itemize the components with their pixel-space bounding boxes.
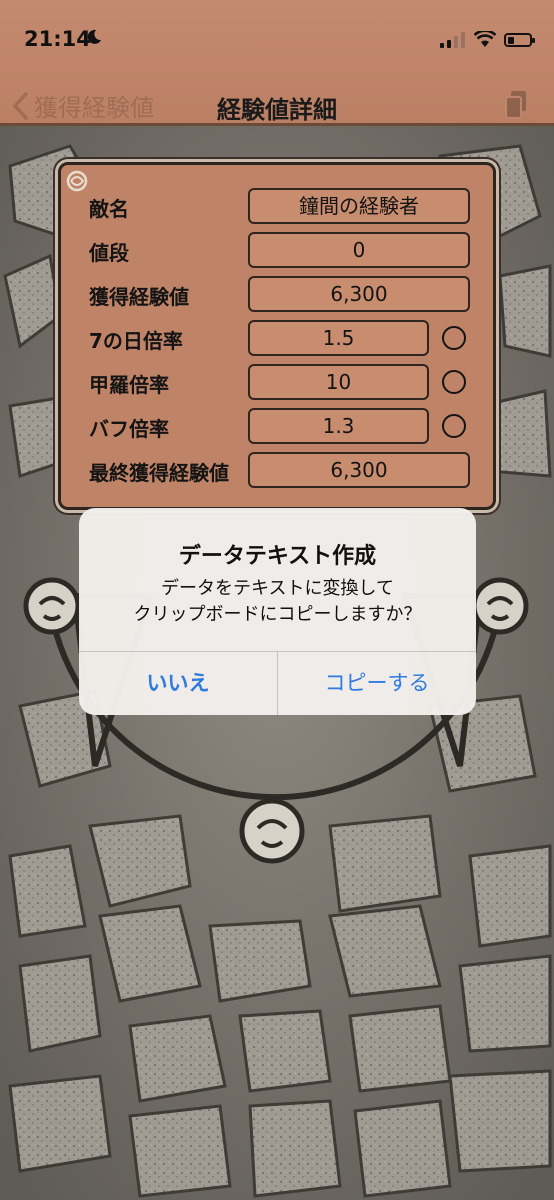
row-day7-multiplier: 7の日倍率 1.5 (61, 319, 493, 359)
buff-multiplier-radio[interactable] (442, 414, 466, 438)
price-field[interactable]: 0 (248, 232, 470, 268)
base-exp-field[interactable]: 6,300 (248, 276, 470, 312)
day7-multiplier-label: 7の日倍率 (89, 329, 183, 353)
row-final-exp: 最終獲得経験値 6,300 (61, 451, 493, 491)
copy-alert-dialog: データテキスト作成 データをテキストに変換して クリップボードにコピーしますか？… (79, 508, 476, 715)
row-enemy-name: 敵名 鐘間の経験者 (61, 187, 493, 227)
row-base-exp: 獲得経験値 6,300 (61, 275, 493, 315)
enemy-name-field[interactable]: 鐘間の経験者 (248, 188, 470, 224)
dialog-message: データをテキストに変換して クリップボードにコピーしますか？ (79, 576, 476, 628)
base-exp-label: 獲得経験値 (89, 285, 189, 309)
dialog-title: データテキスト作成 (178, 544, 377, 569)
enemy-name-label: 敵名 (89, 197, 129, 221)
copy-confirm-button[interactable]: コピーする (278, 652, 476, 715)
shell-multiplier-field[interactable]: 10 (248, 364, 429, 400)
status-time: 21:14 (24, 27, 91, 51)
copy-document-icon[interactable] (504, 90, 528, 120)
row-shell-multiplier: 甲羅倍率 10 (61, 363, 493, 403)
experience-detail-panel: 敵名 鐘間の経験者 値段 0 獲得経験値 6,300 7の日倍率 1.5 甲羅倍… (58, 162, 496, 510)
day7-multiplier-field[interactable]: 1.5 (248, 320, 429, 356)
row-buff-multiplier: バフ倍率 1.3 (61, 407, 493, 447)
page-title: 経験値詳細 (217, 96, 337, 124)
final-exp-label: 最終獲得経験値 (89, 461, 229, 485)
dialog-message-line1: データをテキストに変換して (161, 578, 394, 599)
battery-icon (504, 33, 535, 47)
signal-icon (440, 32, 465, 48)
day7-multiplier-radio[interactable] (442, 326, 466, 350)
cancel-button[interactable]: いいえ (79, 652, 277, 715)
moon-icon (87, 29, 101, 44)
wifi-icon (474, 31, 496, 47)
buff-multiplier-field[interactable]: 1.3 (248, 408, 429, 444)
final-exp-field[interactable]: 6,300 (248, 452, 470, 488)
buff-multiplier-label: バフ倍率 (89, 417, 169, 441)
price-label: 値段 (89, 241, 129, 265)
row-price: 値段 0 (61, 231, 493, 271)
shell-multiplier-label: 甲羅倍率 (89, 373, 169, 397)
shell-multiplier-radio[interactable] (442, 370, 466, 394)
dialog-message-line2: クリップボードにコピーしますか？ (133, 604, 422, 625)
top-bar: 21:14 獲得経験値 経験値詳細 (0, 0, 554, 126)
